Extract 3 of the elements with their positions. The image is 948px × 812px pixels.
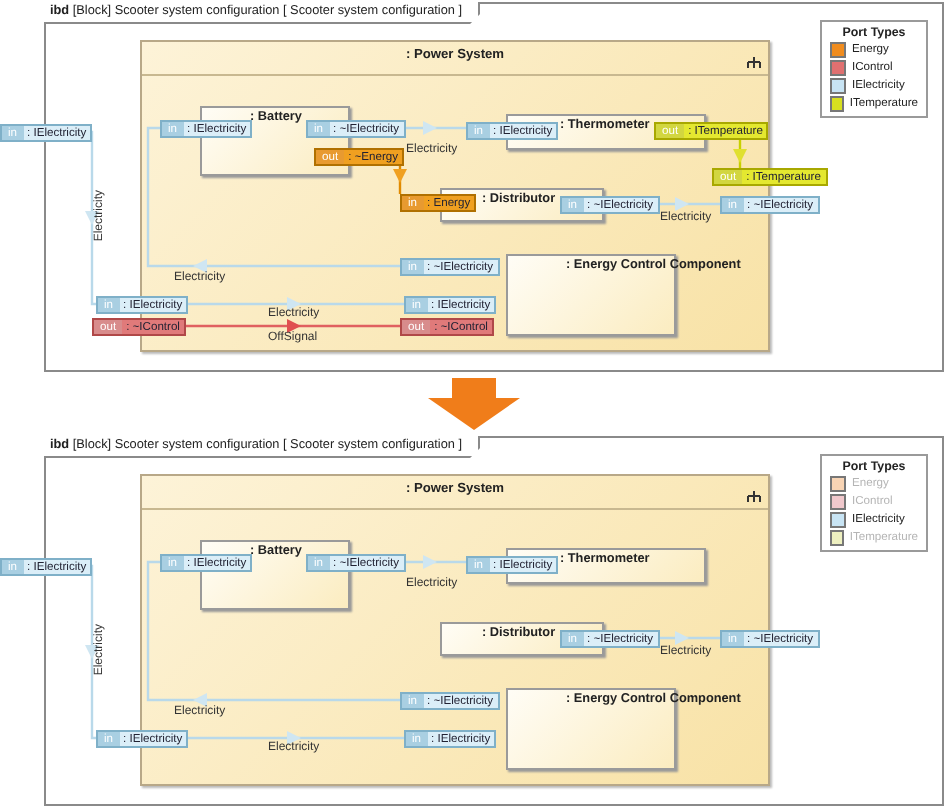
structure-icon: [746, 490, 762, 506]
down-arrow: [426, 378, 522, 430]
structure-icon: [746, 56, 762, 72]
